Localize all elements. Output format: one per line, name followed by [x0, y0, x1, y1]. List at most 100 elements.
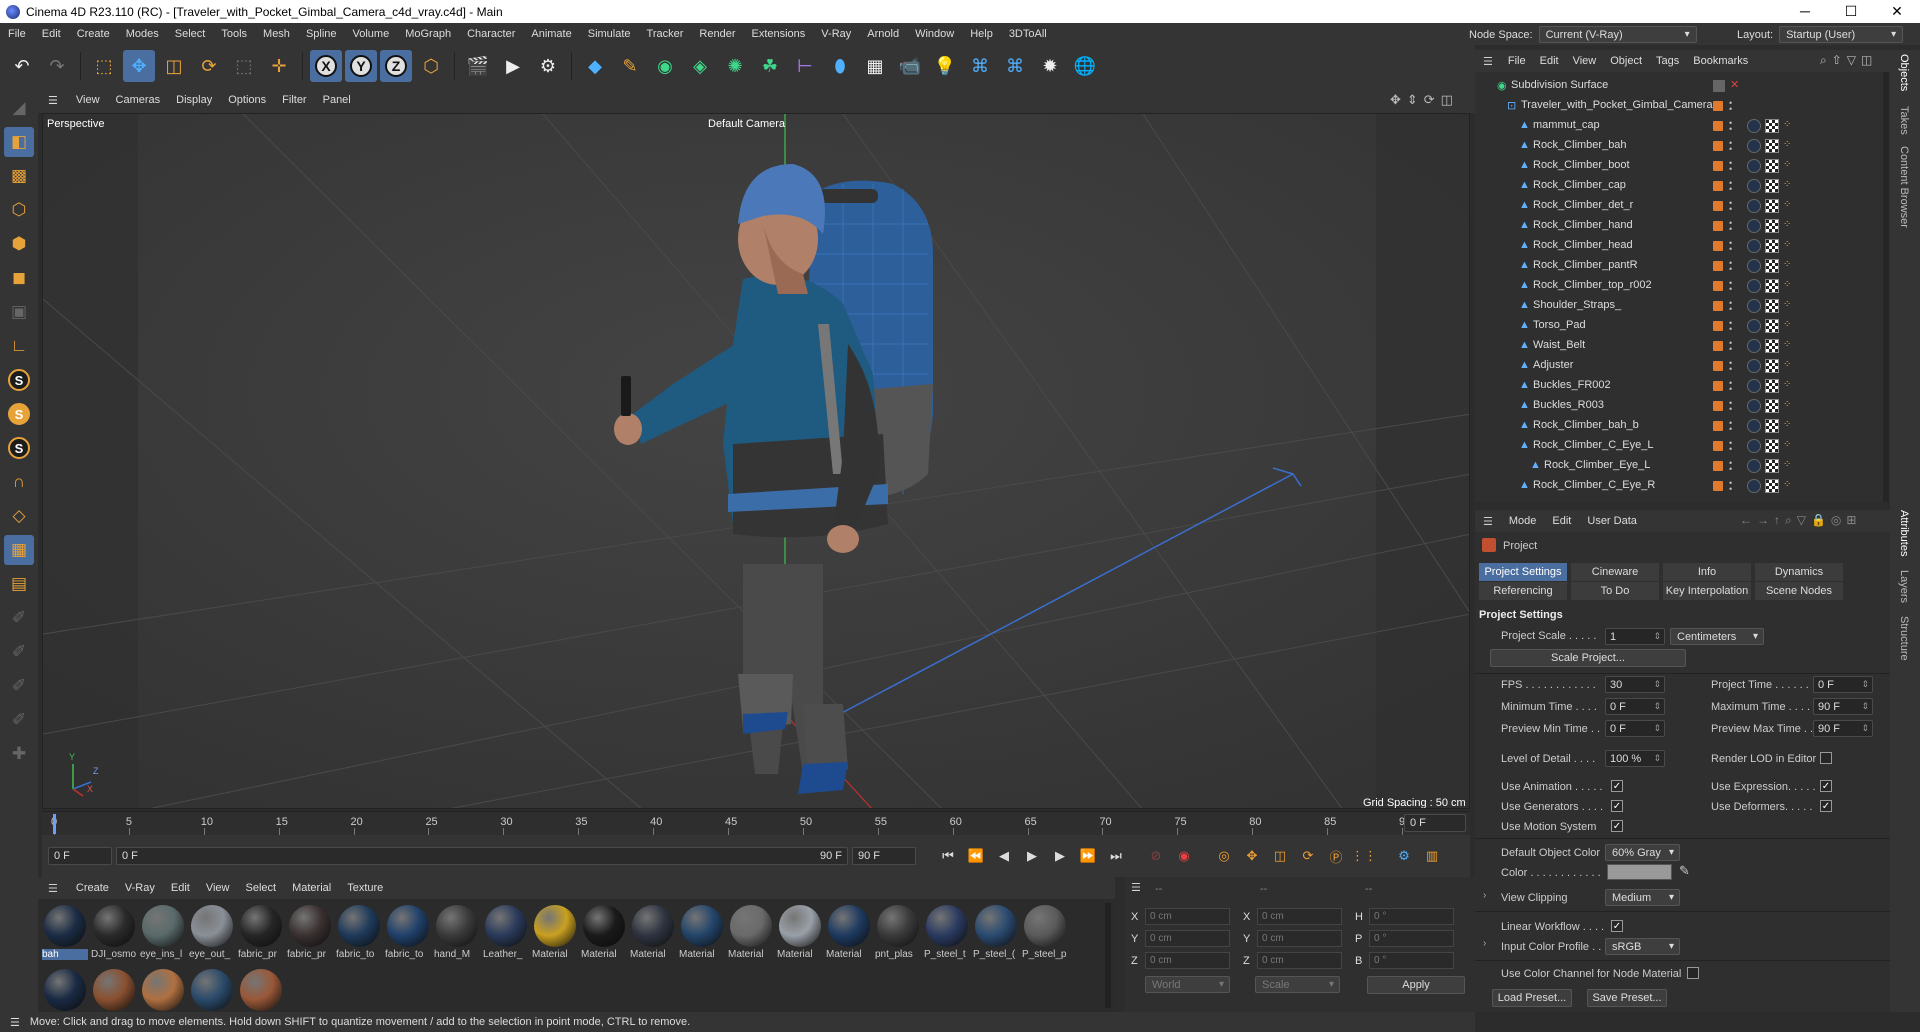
material-menu-select[interactable]: Select [238, 882, 285, 894]
material-item[interactable]: fabric_to [385, 903, 431, 965]
object-row[interactable]: ▲ Buckles_R003 • • ⁘ [1475, 396, 1890, 416]
objects-menu-bookmarks[interactable]: Bookmarks [1686, 55, 1755, 67]
object-row[interactable]: ▲ Rock_Climber_top_r002 • • ⁘ [1475, 276, 1890, 296]
material-menu-edit[interactable]: Edit [163, 882, 198, 894]
render-settings-icon[interactable]: ⚙ [532, 50, 564, 82]
load-preset-button[interactable]: Load Preset... [1492, 989, 1572, 1007]
layer-toggle-icon[interactable] [1713, 80, 1725, 92]
key-position-icon[interactable]: ✥ [1240, 844, 1264, 868]
material-tag-icon[interactable] [1747, 299, 1761, 313]
texture-tag-icon[interactable] [1765, 179, 1779, 193]
visibility-dots-icon[interactable]: • • [1729, 419, 1733, 434]
record-icon[interactable]: ⊘ [1144, 844, 1168, 868]
extra-tool-icon[interactable]: ✚ [4, 739, 34, 769]
phong-tag-icon[interactable]: ⁘ [1783, 339, 1791, 350]
edge-mode-icon[interactable]: ⬢ [4, 229, 34, 259]
disabled-icon[interactable]: ✕ [1730, 78, 1739, 91]
layer-color-icon[interactable] [1713, 421, 1723, 431]
layer-color-icon[interactable] [1713, 301, 1723, 311]
deformer-icon[interactable]: ⊢ [789, 50, 821, 82]
viewport-menu-view[interactable]: View [68, 94, 108, 106]
tab-referencing[interactable]: Referencing [1479, 582, 1567, 600]
layer-color-icon[interactable] [1713, 181, 1723, 191]
maximize-button[interactable]: ☐ [1828, 3, 1874, 20]
snap-s1-icon[interactable]: S [4, 365, 34, 395]
phong-tag-icon[interactable]: ⁘ [1783, 259, 1791, 270]
use-motion-system-checkbox[interactable]: ✓ [1611, 820, 1623, 832]
phong-tag-icon[interactable]: ⁘ [1783, 119, 1791, 130]
z-axis-lock-icon[interactable]: Z [380, 50, 412, 82]
visibility-dots-icon[interactable]: • • [1729, 159, 1733, 174]
material-item[interactable]: Material [679, 903, 725, 965]
coord-mode-dropdown[interactable]: Scale [1255, 976, 1340, 993]
menu-extensions[interactable]: Extensions [743, 28, 813, 40]
material-tag-icon[interactable] [1747, 359, 1761, 373]
y-axis-lock-icon[interactable]: Y [345, 50, 377, 82]
material-tag-icon[interactable] [1747, 119, 1761, 133]
eyedropper-icon[interactable]: ✎ [1679, 863, 1690, 879]
objects-menu-object[interactable]: Object [1603, 55, 1649, 67]
material-item[interactable]: fabric_to [336, 903, 382, 965]
material-item[interactable]: Material [581, 903, 627, 965]
phong-tag-icon[interactable]: ⁘ [1783, 379, 1791, 390]
end-frame-field[interactable]: 90 F [852, 847, 916, 865]
status-hamburger-icon[interactable]: ☰ [0, 1016, 30, 1029]
texture-tag-icon[interactable] [1765, 219, 1779, 233]
preview-min-field[interactable]: 0 F [1605, 720, 1665, 737]
visibility-dots-icon[interactable]: • • [1729, 459, 1733, 474]
attributes-menu-mode[interactable]: Mode [1501, 515, 1545, 527]
menu-character[interactable]: Character [459, 28, 523, 40]
viewport-nav-icons[interactable]: ✥⇕⟳◫ [1390, 92, 1459, 108]
project-scale-field[interactable]: 1 [1605, 628, 1665, 645]
texture-tag-icon[interactable] [1765, 299, 1779, 313]
model-mode-icon[interactable]: ◧ [4, 127, 34, 157]
material-item[interactable]: eye_ins_l [140, 903, 186, 965]
material-tag-icon[interactable] [1747, 139, 1761, 153]
viewport-menu-filter[interactable]: Filter [274, 94, 314, 106]
menu-create[interactable]: Create [69, 28, 118, 40]
tab-todo[interactable]: To Do [1571, 582, 1659, 600]
transform-tool-icon[interactable]: ✛ [263, 50, 295, 82]
layer-color-icon[interactable] [1713, 341, 1723, 351]
visibility-dots-icon[interactable]: • • [1729, 139, 1733, 154]
color-swatch[interactable] [1607, 864, 1672, 880]
goto-end-icon[interactable]: ⏭ [1104, 844, 1128, 868]
size-y-field[interactable]: 0 cm [1257, 930, 1342, 947]
phong-tag-icon[interactable]: ⁘ [1783, 239, 1791, 250]
phong-tag-icon[interactable]: ⁘ [1783, 459, 1791, 470]
visibility-dots-icon[interactable]: • • [1729, 439, 1733, 454]
layer-color-icon[interactable] [1713, 221, 1723, 231]
start-frame-field[interactable]: 0 F [48, 847, 112, 865]
point-mode-icon[interactable]: ⬡ [4, 195, 34, 225]
lod-field[interactable]: 100 % [1605, 750, 1665, 767]
object-row[interactable]: ▲ Rock_Climber_boot • • ⁘ [1475, 156, 1890, 176]
material-tag-icon[interactable] [1747, 219, 1761, 233]
viewport-menu-options[interactable]: Options [220, 94, 274, 106]
phong-tag-icon[interactable]: ⁘ [1783, 279, 1791, 290]
live-selection-icon[interactable]: ⬚ [88, 50, 120, 82]
visibility-dots-icon[interactable]: • • [1729, 379, 1733, 394]
material-item[interactable]: Material [728, 903, 774, 965]
object-row[interactable]: ▲ Waist_Belt • • ⁘ [1475, 336, 1890, 356]
auto-keying-icon[interactable]: ◉ [1172, 844, 1196, 868]
texture-tag-icon[interactable] [1765, 379, 1779, 393]
visibility-dots-icon[interactable]: • • [1729, 339, 1733, 354]
rot-b-field[interactable]: 0 ° [1369, 952, 1454, 969]
scale-project-button[interactable]: Scale Project... [1490, 649, 1686, 667]
viewport-hamburger-icon[interactable]: ☰ [38, 94, 68, 107]
layer-color-icon[interactable] [1713, 401, 1723, 411]
menu-volume[interactable]: Volume [345, 28, 398, 40]
scale-tool-icon[interactable]: ◫ [158, 50, 190, 82]
material-menu-material[interactable]: Material [284, 882, 339, 894]
size-z-field[interactable]: 0 cm [1257, 952, 1342, 969]
object-row[interactable]: ▲ Shoulder_Straps_ • • ⁘ [1475, 296, 1890, 316]
material-item[interactable]: DJI_osmo [91, 903, 137, 965]
viewport-menu-cameras[interactable]: Cameras [108, 94, 169, 106]
texture-tag-icon[interactable] [1765, 279, 1779, 293]
material-hamburger-icon[interactable]: ☰ [38, 882, 68, 895]
uv-mode-icon[interactable]: ▣ [4, 297, 34, 327]
workplane-icon[interactable]: ◇ [4, 501, 34, 531]
object-row[interactable]: ▲ Rock_Climber_Eye_L • • ⁘ [1475, 456, 1890, 476]
texture-tag-icon[interactable] [1765, 359, 1779, 373]
layer-color-icon[interactable] [1713, 161, 1723, 171]
